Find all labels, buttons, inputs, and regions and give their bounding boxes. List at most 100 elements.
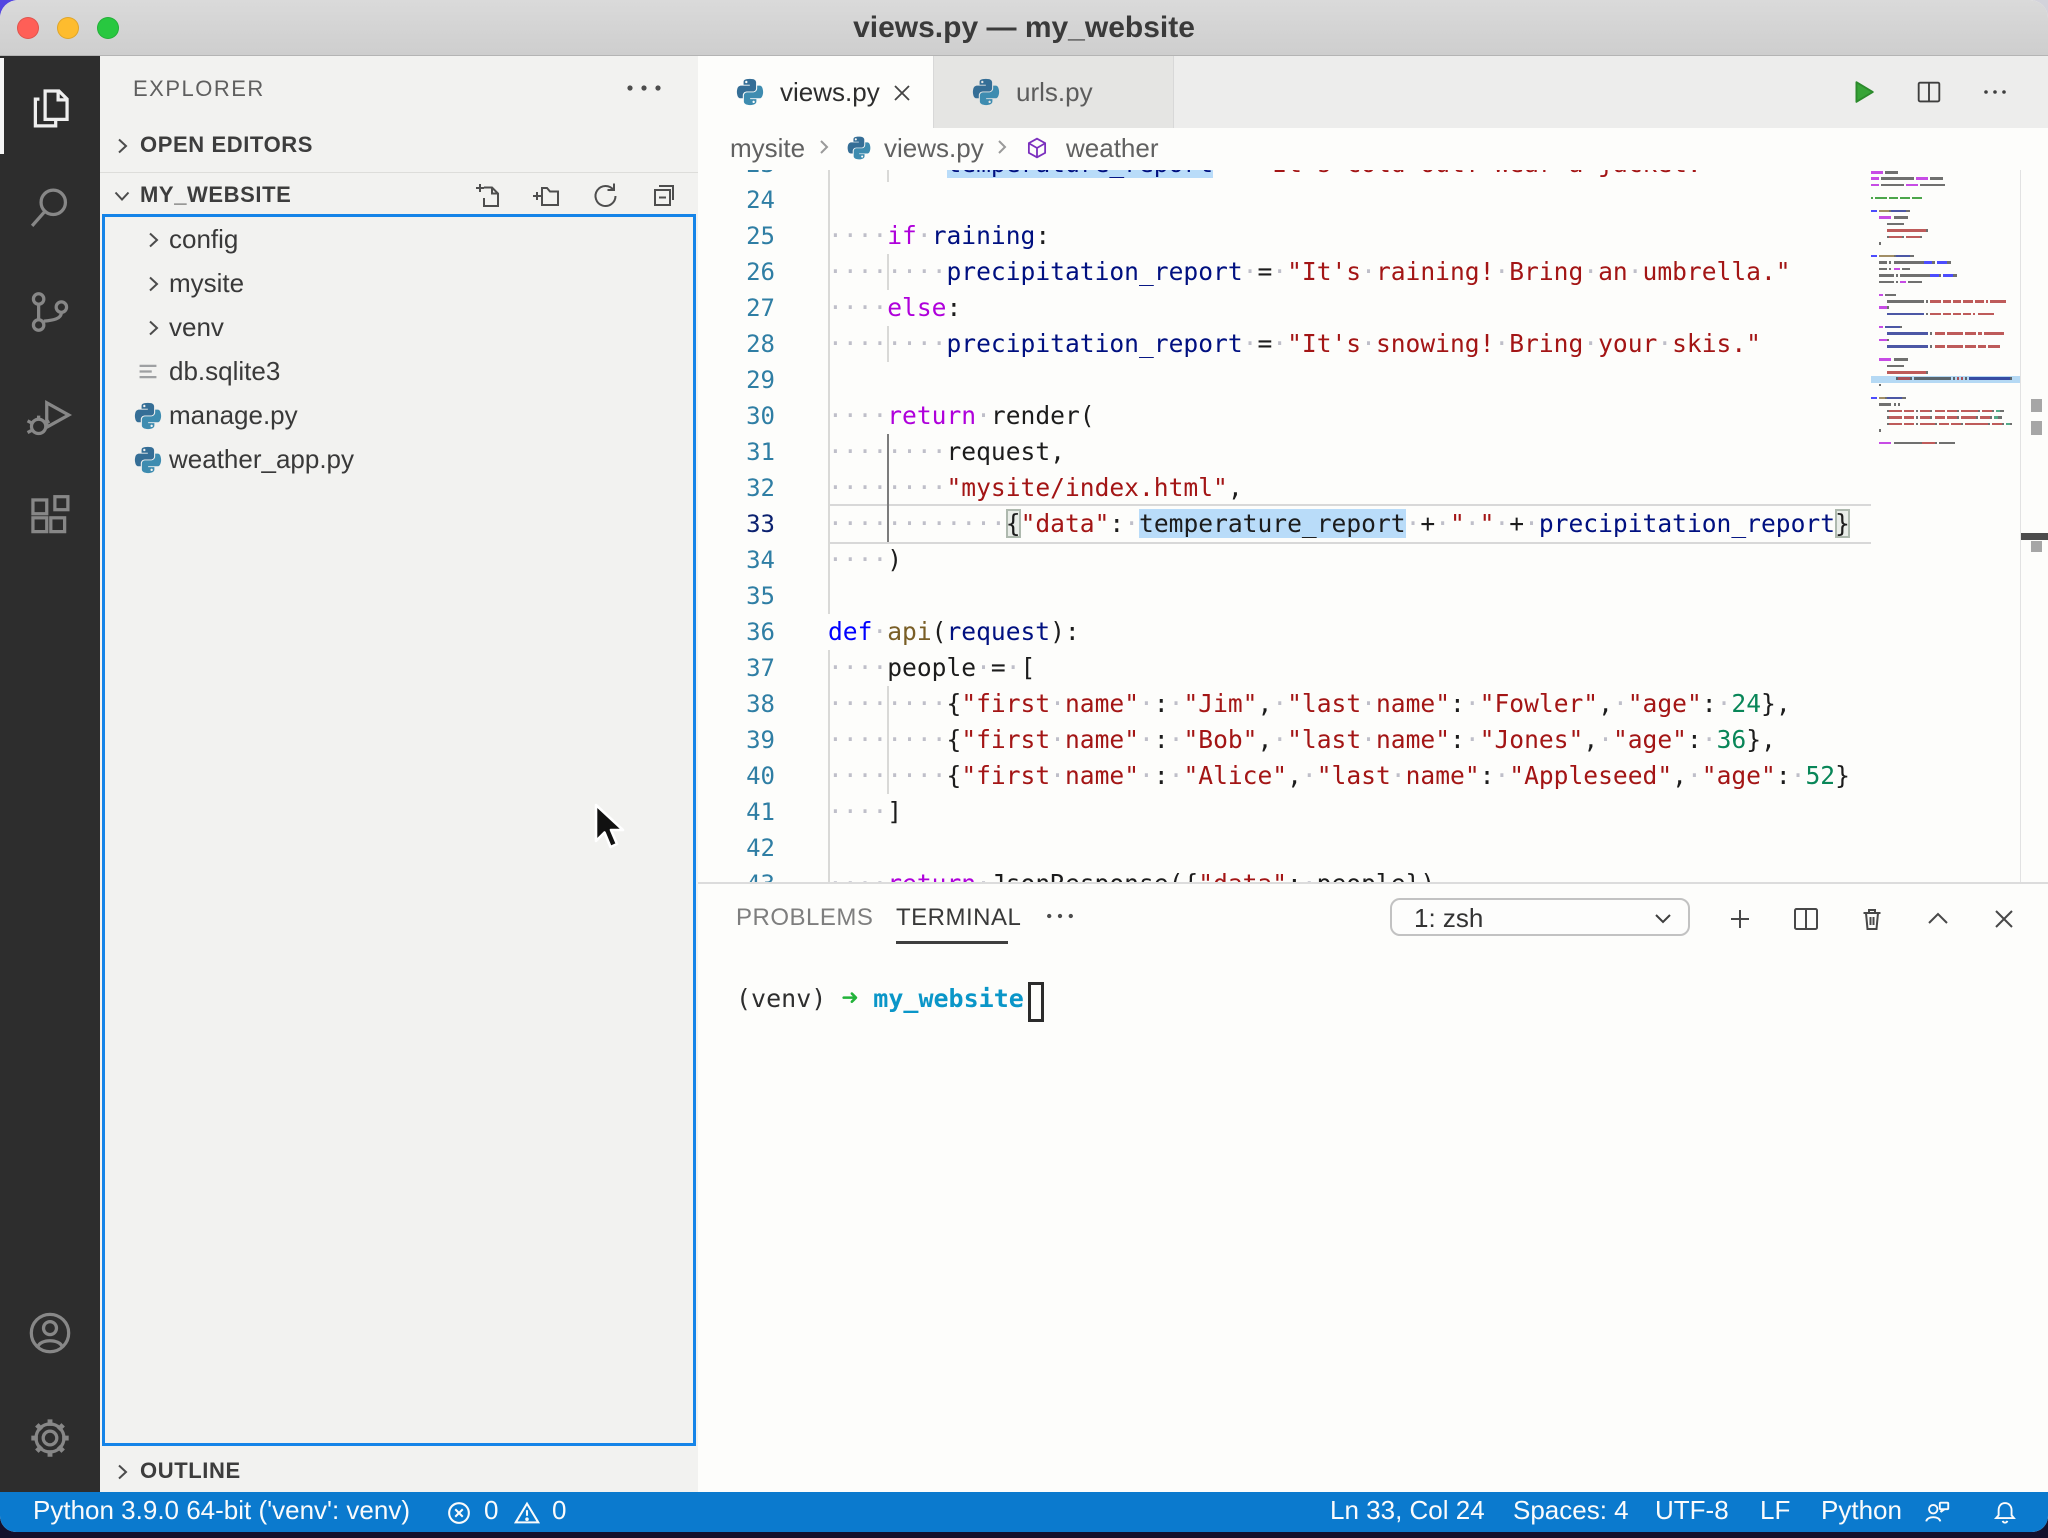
workspace-label: MY_WEBSITE — [140, 182, 291, 208]
minimap-line — [1871, 177, 1943, 181]
python-file-icon — [133, 445, 163, 475]
chevron-right-icon — [141, 316, 165, 340]
panel-tab-problems[interactable]: PROBLEMS — [736, 904, 873, 932]
panel-more-actions-button[interactable] — [1042, 902, 1082, 930]
code-line-32: ········"mysite/index.html", — [828, 470, 1871, 506]
errors-count[interactable]: 0 — [484, 1495, 498, 1526]
minimap-line — [1871, 242, 1881, 246]
tree-item-config[interactable]: config — [105, 218, 693, 262]
activity-item-source-control[interactable] — [0, 262, 100, 362]
outline-label: OUTLINE — [140, 1458, 241, 1484]
tree-item-db.sqlite3[interactable]: db.sqlite3 — [105, 350, 693, 394]
cursor-position-status[interactable]: Ln 33, Col 24 — [1330, 1495, 1485, 1526]
code-line-27: ····else: — [828, 290, 1871, 326]
close-panel-icon[interactable] — [1988, 903, 2020, 935]
activity-item-extensions[interactable] — [0, 467, 100, 567]
tab-views-py[interactable]: views.py — [698, 56, 934, 128]
minimap-line — [1871, 236, 1922, 240]
notifications-bell-icon[interactable] — [1990, 1497, 2020, 1532]
chevron-down-icon — [1652, 908, 1674, 930]
encoding-status[interactable]: UTF-8 — [1655, 1495, 1729, 1526]
active-panel-tab-underline — [896, 941, 1008, 944]
close-tab-icon[interactable] — [890, 81, 914, 105]
code-line-37: ····people·=·[ — [828, 650, 1871, 686]
tab-urls-py[interactable]: urls.py — [934, 56, 1174, 128]
open-editors-section[interactable]: OPEN EDITORS — [100, 124, 698, 168]
terminal-select[interactable]: 1: zsh — [1390, 898, 1690, 936]
minimap-line — [1871, 397, 1906, 401]
gear-icon — [24, 1412, 76, 1464]
new-terminal-icon[interactable] — [1724, 903, 1756, 935]
tab-label: urls.py — [1016, 77, 1093, 108]
eol-status[interactable]: LF — [1760, 1495, 1790, 1526]
split-terminal-icon[interactable] — [1790, 903, 1822, 935]
line-number: 26 — [698, 254, 775, 290]
breadcrumb-item[interactable]: views.py — [884, 133, 984, 164]
breadcrumb-item[interactable]: mysite — [730, 133, 805, 164]
maximize-panel-icon[interactable] — [1922, 903, 1954, 935]
overview-mark — [2031, 421, 2042, 435]
overview-mark — [2031, 399, 2042, 412]
new-folder-icon[interactable] — [530, 179, 562, 211]
activity-item-search[interactable] — [0, 158, 100, 258]
line-number: 30 — [698, 398, 775, 434]
tree-item-venv[interactable]: venv — [105, 306, 693, 350]
code-line-35 — [828, 578, 1871, 614]
bottom-panel: PROBLEMS TERMINAL 1: zsh — [698, 882, 2048, 1492]
tree-item-label: manage.py — [169, 400, 298, 431]
activity-item-accounts[interactable] — [0, 1283, 100, 1383]
line-number: 24 — [698, 182, 775, 218]
status-bar: Python 3.9.0 64-bit ('venv': venv) 0 0 L… — [0, 1492, 2048, 1532]
terminal-cwd: my_website — [873, 984, 1024, 1013]
python-file-icon — [735, 77, 765, 107]
minimap-line — [1871, 429, 1881, 433]
code-line-26: ········precipitation_report·=·"It's·rai… — [828, 254, 1871, 290]
explorer-more-actions-button[interactable] — [624, 74, 664, 102]
workspace-section[interactable]: MY_WEBSITE — [100, 174, 698, 218]
tree-item-manage.py[interactable]: manage.py — [105, 394, 693, 438]
sidebar-title: EXPLORER — [133, 76, 265, 102]
refresh-icon[interactable] — [588, 179, 620, 211]
minimap-line — [1871, 294, 1896, 298]
python-interpreter-status[interactable]: Python 3.9.0 64-bit ('venv': venv) — [33, 1495, 410, 1526]
new-file-icon[interactable] — [472, 179, 504, 211]
errors-icon[interactable] — [444, 1498, 474, 1532]
breadcrumbs: mysite views.py weather — [698, 128, 2048, 170]
language-status[interactable]: Python — [1821, 1495, 1902, 1526]
window-title: views.py — my_website — [0, 0, 2048, 56]
collapse-all-icon[interactable] — [646, 179, 678, 211]
warnings-count[interactable]: 0 — [552, 1495, 566, 1526]
more-actions-icon[interactable] — [1980, 77, 2010, 107]
tree-item-mysite[interactable]: mysite — [105, 262, 693, 306]
terminal-prompt[interactable]: (venv) ➜ my_website — [736, 976, 1024, 1020]
terminal-venv: (venv) — [736, 984, 826, 1013]
titlebar[interactable]: views.py — my_website — [0, 0, 2048, 56]
breadcrumb-item[interactable]: weather — [1066, 133, 1159, 164]
outline-section[interactable]: OUTLINE — [100, 1450, 698, 1494]
code-editor[interactable]: 2324252627282930313233343536373839404142… — [698, 170, 2020, 882]
activity-item-explorer[interactable] — [0, 58, 100, 158]
line-number: 42 — [698, 830, 775, 866]
run-python-file-icon[interactable] — [1848, 77, 1878, 107]
line-number: 36 — [698, 614, 775, 650]
feedback-icon[interactable] — [1922, 1497, 1952, 1532]
panel-tab-terminal[interactable]: TERMINAL — [896, 904, 1021, 932]
overview-ruler[interactable] — [2020, 170, 2048, 882]
tree-item-weather_app.py[interactable]: weather_app.py — [105, 438, 693, 482]
warnings-icon[interactable] — [512, 1498, 542, 1532]
minimap-line — [1871, 377, 2012, 381]
section-divider — [100, 172, 698, 173]
ellipsis-icon — [1042, 903, 1078, 929]
explorer-sidebar: EXPLORER OPEN EDITORS MY_WEBSITE — [100, 56, 698, 1492]
activity-item-run-debug[interactable] — [0, 365, 100, 465]
line-number: 43 — [698, 866, 775, 882]
minimap[interactable] — [1871, 170, 2020, 882]
kill-terminal-icon[interactable] — [1856, 903, 1888, 935]
indentation-status[interactable]: Spaces: 4 — [1513, 1495, 1629, 1526]
tree-item-label: db.sqlite3 — [169, 356, 280, 387]
symbol-method-icon — [1024, 135, 1050, 161]
activity-item-settings[interactable] — [0, 1388, 100, 1488]
line-number: 31 — [698, 434, 775, 470]
code-line-40: ········{"first·name"·:·"Alice",·"last·n… — [828, 758, 1871, 794]
split-editor-icon[interactable] — [1914, 77, 1944, 107]
